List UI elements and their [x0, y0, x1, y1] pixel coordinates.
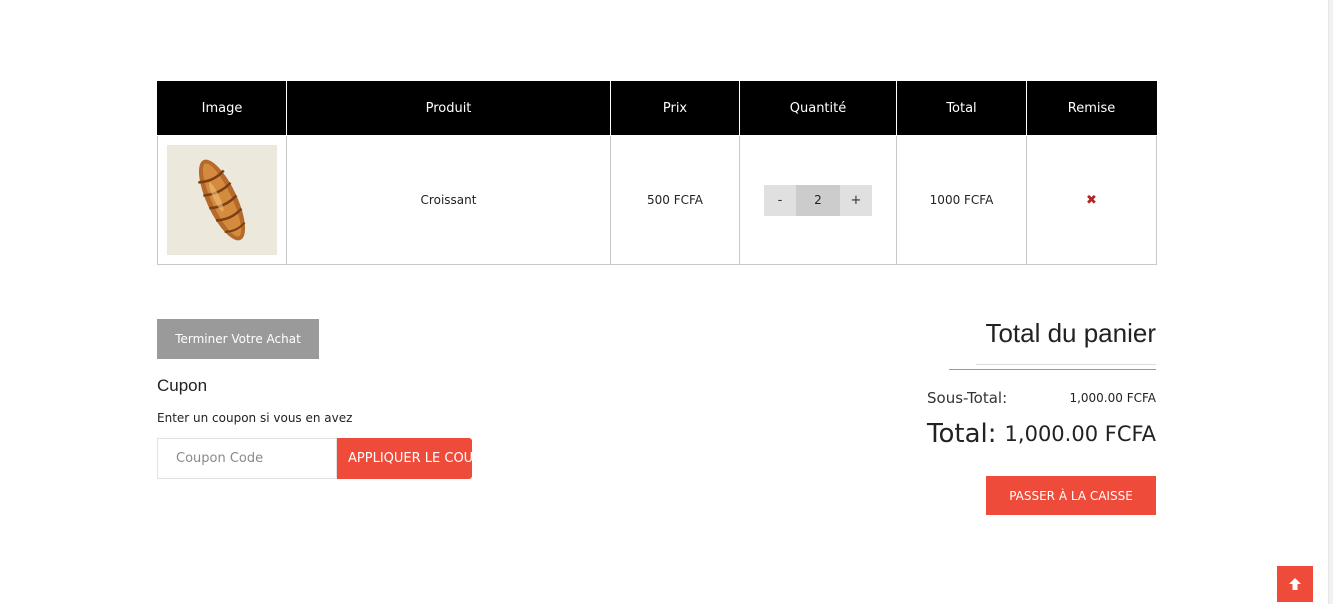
page-scrollbar[interactable]	[1328, 0, 1333, 604]
header-product: Produit	[286, 81, 611, 136]
coupon-title: Cupon	[157, 376, 208, 395]
product-name[interactable]: Croissant	[286, 135, 611, 265]
totals-divider	[976, 364, 1156, 365]
totals-divider-secondary	[949, 369, 1156, 370]
croissant-image[interactable]	[167, 145, 277, 255]
arrow-up-icon	[1289, 578, 1301, 590]
quantity-decrease-button[interactable]: -	[764, 184, 796, 216]
coupon-hint: Enter un coupon si vous en avez	[157, 411, 353, 425]
total-value: 1,000.00 FCFA	[1004, 422, 1156, 446]
apply-coupon-button[interactable]: APPLIQUER LE COUPON	[337, 438, 472, 479]
product-total: 1000 FCFA	[896, 135, 1027, 265]
product-image-cell	[157, 135, 287, 265]
cart-table: Image Produit Prix Quantité Total Remise	[157, 81, 1157, 265]
cart-totals-title: Total du panier	[985, 318, 1156, 348]
header-remove: Remise	[1026, 81, 1157, 136]
quantity-cell: - +	[739, 135, 897, 265]
remove-cell: ✖	[1026, 135, 1157, 265]
product-price: 500 FCFA	[610, 135, 740, 265]
subtotal-label: Sous-Total:	[927, 389, 1008, 407]
quantity-input[interactable]	[796, 184, 840, 216]
cart-header-row: Image Produit Prix Quantité Total Remise	[157, 81, 1157, 136]
header-total: Total	[896, 81, 1027, 136]
total-label: Total:	[927, 419, 997, 449]
finish-purchase-button[interactable]: Terminer Votre Achat	[157, 319, 319, 359]
croissant-icon	[198, 159, 246, 241]
subtotal-value: 1,000.00 FCFA	[1069, 391, 1156, 405]
header-image: Image	[157, 81, 287, 136]
cart-row: Croissant 500 FCFA - + 1000 FCFA ✖	[157, 135, 1157, 265]
quantity-stepper: - +	[764, 184, 872, 216]
remove-item-icon[interactable]: ✖	[1086, 193, 1097, 208]
quantity-increase-button[interactable]: +	[840, 184, 872, 216]
header-price: Prix	[610, 81, 740, 136]
scroll-to-top-button[interactable]	[1277, 566, 1313, 602]
header-quantity: Quantité	[739, 81, 897, 136]
coupon-code-input[interactable]	[157, 438, 337, 479]
checkout-button[interactable]: PASSER À LA CAISSE	[986, 476, 1156, 515]
